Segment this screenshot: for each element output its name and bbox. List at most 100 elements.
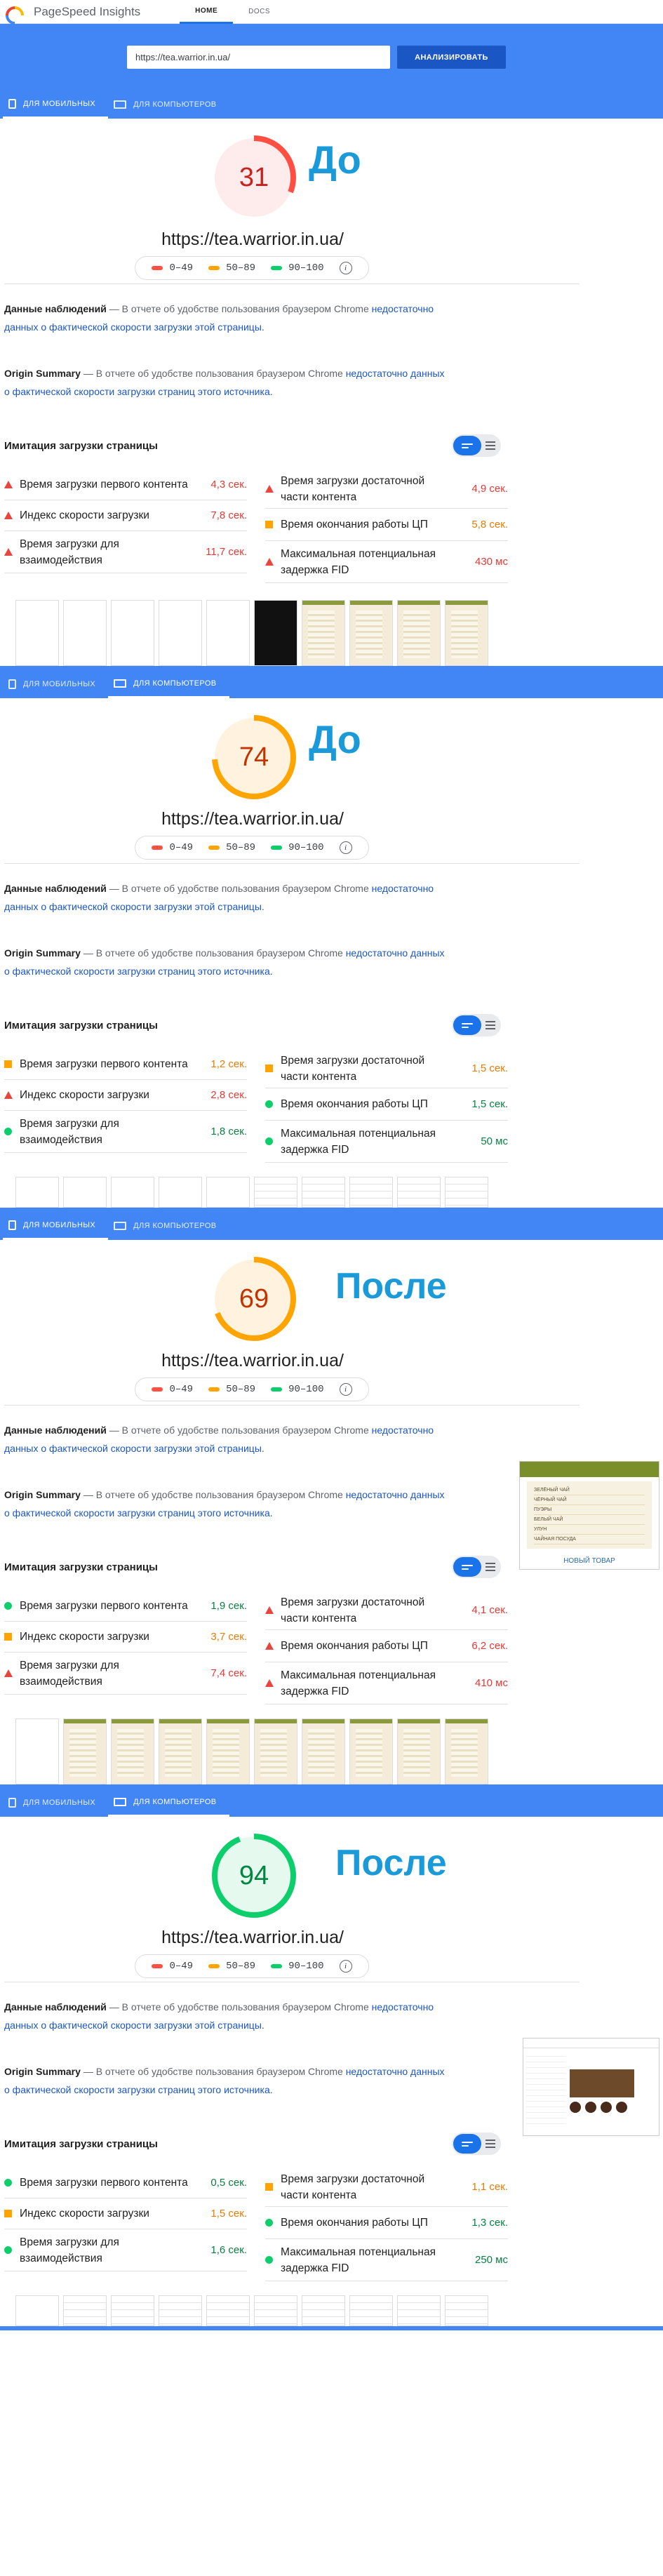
nav-tab-home[interactable]: HOME xyxy=(180,0,234,24)
metric-name-line: Индекс скорости загрузки xyxy=(20,1631,149,1643)
tab-desktop[interactable]: ДЛЯ КОМПЬЮТЕРОВ xyxy=(108,670,229,698)
legend-swatch xyxy=(208,266,220,270)
metric-name-line: Время окончания работы ЦП xyxy=(281,2217,428,2229)
field-data-link[interactable]: недостаточно xyxy=(372,1424,434,1436)
status-red-icon xyxy=(4,1669,20,1677)
legend-item: 90–100 xyxy=(271,262,324,274)
field-data-title: Данные наблюдений xyxy=(4,883,107,894)
origin-summary-link[interactable]: недостаточно данных xyxy=(346,368,445,379)
origin-summary-title: Origin Summary xyxy=(4,368,81,379)
metric-value: 1,2 сек. xyxy=(210,1058,247,1070)
status-green-icon xyxy=(265,1100,281,1108)
tab-mobile[interactable]: ДЛЯ МОБИЛЬНЫХ xyxy=(3,670,108,698)
tab-desktop[interactable]: ДЛЯ КОМПЬЮТЕРОВ xyxy=(108,1789,229,1817)
metrics-table: Время загрузки первого контента 4,3 сек. И… xyxy=(0,469,512,583)
filmstrip-frame xyxy=(445,2295,488,2326)
metric-name-line: Время загрузки первого контента xyxy=(20,1600,188,1612)
field-data-link-2[interactable]: данных о фактической скорости загрузки э… xyxy=(4,1443,264,1454)
metric-label: Время загрузки для взаимодействия xyxy=(4,536,119,568)
info-icon[interactable]: i xyxy=(339,841,352,854)
status-green-icon xyxy=(265,2256,281,2264)
site-preview-mobile: ЗЕЛЁНЫЙ ЧАЙ ЧЁРНЫЙ ЧАЙ ПУЭРЫ БЕЛЫЙ ЧАЙ УЛУН Ч… xyxy=(519,1461,659,1570)
filmstrip-frame xyxy=(397,1177,441,1208)
view-toggle[interactable] xyxy=(452,2133,501,2155)
metric-name: Индекс скорости загрузки xyxy=(20,2205,149,2222)
detail-view-icon xyxy=(485,1563,495,1571)
app-title: PageSpeed Insights xyxy=(34,4,141,18)
preview-menu-item: ПУЭРЫ xyxy=(534,1505,645,1515)
score-header: 31 До https://tea.warrior.in.ua/0–49 50–89 9… xyxy=(0,119,663,283)
metric-fcp: Время загрузки первого контента 0,5 сек. xyxy=(4,2168,247,2198)
field-data-link[interactable]: недостаточно xyxy=(372,303,434,314)
origin-summary-link[interactable]: недостаточно данных xyxy=(346,947,445,959)
metric-name-line: Время загрузки для xyxy=(20,1117,119,1130)
metric-name: Время загрузки для взаимодействия xyxy=(20,1116,119,1148)
field-data-link-2[interactable]: данных о фактической скорости загрузки э… xyxy=(4,901,264,912)
filmstrip-frame xyxy=(397,600,441,666)
origin-summary-link[interactable]: недостаточно данных xyxy=(346,1489,445,1500)
metrics-column-right: Время загрузки достаточной части контента… xyxy=(265,2168,508,2281)
metric-label: Время загрузки достаточной части контента xyxy=(265,1594,424,1627)
metric-name: Индекс скорости загрузки xyxy=(20,1087,149,1103)
metric-fid: Максимальная потенциальная задержка FID 25… xyxy=(265,2239,508,2281)
origin-summary-link-2[interactable]: о фактической скорости загрузки страниц … xyxy=(4,966,273,977)
metric-label: Время окончания работы ЦП xyxy=(265,1096,428,1112)
legend-range: 90–100 xyxy=(288,842,324,853)
metric-label: Максимальная потенциальная задержка FID xyxy=(265,1126,436,1158)
score-gauge: 94 xyxy=(210,1832,297,1919)
metric-name-line: Индекс скорости загрузки xyxy=(20,2208,149,2220)
info-icon[interactable]: i xyxy=(339,262,352,274)
metric-fmp: Время загрузки достаточной части контента… xyxy=(265,2168,508,2207)
tab-mobile[interactable]: ДЛЯ МОБИЛЬНЫХ xyxy=(3,1789,108,1817)
metric-name: Максимальная потенциальная задержка FID xyxy=(281,2244,436,2276)
preview-menu-item: ЗЕЛЁНЫЙ ЧАЙ xyxy=(534,1486,645,1495)
origin-summary-link-2[interactable]: о фактической скорости загрузки страниц … xyxy=(4,2084,273,2095)
legend-range: 90–100 xyxy=(288,262,324,274)
url-input[interactable]: https://tea.warrior.in.ua/ xyxy=(127,46,390,69)
field-data-link-2[interactable]: данных о фактической скорости загрузки э… xyxy=(4,2020,264,2031)
filmstrip-frame xyxy=(397,2295,441,2326)
view-toggle[interactable] xyxy=(452,434,501,457)
metric-label: Время окончания работы ЦП xyxy=(265,1638,428,1654)
field-data-link[interactable]: недостаточно xyxy=(372,2001,434,2013)
nav-tab-docs[interactable]: DOCS xyxy=(233,0,286,24)
metric-name-line: Время окончания работы ЦП xyxy=(281,1640,428,1652)
metric-name-line: Время загрузки первого контента xyxy=(20,2177,188,2189)
filmstrip-frame xyxy=(159,2295,202,2326)
metric-value: 1,5 сек. xyxy=(471,1098,508,1110)
info-icon[interactable]: i xyxy=(339,1383,352,1396)
metric-si: Индекс скорости загрузки 3,7 сек. xyxy=(4,1622,247,1653)
filmstrip-frame xyxy=(445,600,488,666)
info-icon[interactable]: i xyxy=(339,1960,352,1973)
preview-catalog xyxy=(526,2051,565,2128)
tab-mobile[interactable]: ДЛЯ МОБИЛЬНЫХ xyxy=(3,91,109,119)
origin-summary-link[interactable]: недостаточно данных xyxy=(346,2066,445,2077)
view-toggle[interactable] xyxy=(452,1014,501,1036)
tab-desktop[interactable]: ДЛЯ КОМПЬЮТЕРОВ xyxy=(108,1212,229,1240)
metrics-column-left: Время загрузки первого контента 0,5 сек. И… xyxy=(4,2168,247,2281)
analyze-button[interactable]: АНАЛИЗИРОВАТЬ xyxy=(397,46,506,69)
tab-mobile[interactable]: ДЛЯ МОБИЛЬНЫХ xyxy=(3,1212,109,1240)
metric-value: 5,8 сек. xyxy=(471,519,508,530)
origin-summary-link-2[interactable]: о фактической скорости загрузки страниц … xyxy=(4,386,273,397)
tab-mobile-label: ДЛЯ МОБИЛЬНЫХ xyxy=(23,1220,96,1229)
metrics-column-left: Время загрузки первого контента 1,2 сек. И… xyxy=(4,1049,247,1163)
metric-value: 3,7 сек. xyxy=(210,1631,247,1643)
filmstrip-frame xyxy=(111,2295,154,2326)
origin-summary: Origin Summary — В отчете об удобстве по… xyxy=(0,2062,477,2099)
metric-label: Время загрузки первого контента xyxy=(4,1598,188,1614)
score-header: 69 После https://tea.warrior.in.ua/0–49 50–… xyxy=(0,1240,663,1405)
metric-si: Индекс скорости загрузки 2,8 сек. xyxy=(4,1080,247,1111)
metric-name: Время загрузки для взаимодействия xyxy=(20,536,119,568)
field-data-link[interactable]: недостаточно xyxy=(372,883,434,894)
status-red-icon xyxy=(4,512,20,519)
field-data-link-2[interactable]: данных о фактической скорости загрузки э… xyxy=(4,321,264,333)
origin-summary-link-2[interactable]: о фактической скорости загрузки страниц … xyxy=(4,1507,273,1519)
preview-banner xyxy=(570,2069,634,2097)
status-green-icon xyxy=(4,2179,20,2187)
view-toggle[interactable] xyxy=(452,1556,501,1578)
origin-summary: Origin Summary — В отчете об удобстве по… xyxy=(0,1486,477,1522)
metric-label: Максимальная потенциальная задержка FID xyxy=(265,2244,436,2276)
metric-name: Время окончания работы ЦП xyxy=(281,1638,428,1654)
tab-desktop[interactable]: ДЛЯ КОМПЬЮТЕРОВ xyxy=(108,91,229,119)
